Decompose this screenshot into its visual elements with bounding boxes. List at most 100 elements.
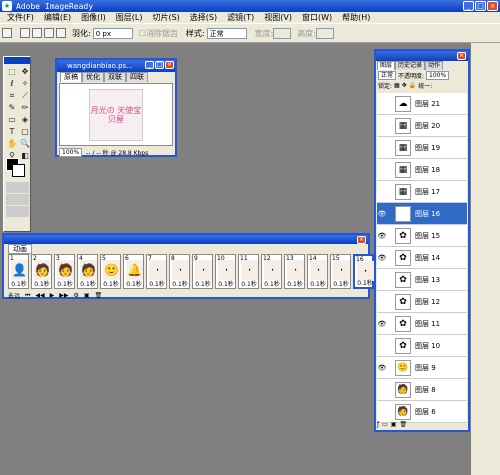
frame-delay[interactable]: 0.1秒 [79, 279, 97, 288]
loop-select[interactable]: 永远 [8, 291, 20, 300]
tab-4up[interactable]: 四联 [126, 72, 148, 82]
fullscreen-mode-icon[interactable] [17, 194, 29, 205]
menu-image[interactable]: 图像(I) [76, 12, 111, 23]
text-tool-icon[interactable]: T [6, 126, 18, 137]
frame-delay[interactable]: 0.1秒 [356, 278, 374, 287]
menu-view[interactable]: 视图(V) [259, 12, 297, 23]
animation-frame[interactable]: 2 🧑 0.1秒 [31, 254, 52, 289]
style-select[interactable]: 正常 [206, 27, 247, 39]
animation-frame[interactable]: 1 👤 0.1秒 [8, 254, 29, 289]
menu-layer[interactable]: 图层(L) [111, 12, 148, 23]
eraser-tool-icon[interactable]: ▭ [6, 114, 18, 125]
zoom-select[interactable]: 100% [59, 148, 83, 157]
frame-delay[interactable]: 0.1秒 [332, 279, 350, 288]
move-tool-icon[interactable]: ✥ [19, 66, 31, 77]
subtract-selection-icon[interactable] [44, 28, 54, 38]
menu-window[interactable]: 窗口(W) [297, 12, 337, 23]
document-canvas[interactable]: 月光の 天使宝贝屋 [59, 83, 173, 146]
layer-row[interactable]: ✿ 图层 13 [377, 269, 467, 291]
play-icon[interactable]: ▶ [50, 292, 55, 299]
menu-help[interactable]: 帮助(H) [337, 12, 375, 23]
tab-2up[interactable]: 双联 [104, 72, 126, 82]
layer-row[interactable]: 👁 ✿ 图层 11 [377, 313, 467, 335]
layer-row[interactable]: ▦ 图层 18 [377, 159, 467, 181]
hand-tool-icon[interactable]: ✋ [6, 138, 18, 149]
frame-delay[interactable]: 0.1秒 [148, 279, 166, 288]
menu-slice[interactable]: 切片(S) [147, 12, 184, 23]
layer-row[interactable]: 👁 🙂 图层 9 [377, 357, 467, 379]
tab-animation[interactable]: 动画 [8, 244, 32, 254]
zoom-tool-icon[interactable]: 🔍 [19, 138, 31, 149]
layer-row[interactable]: ▦ 图层 17 [377, 181, 467, 203]
animation-frame[interactable]: 10 · 0.1秒 [215, 254, 236, 289]
visibility-eye-icon[interactable]: 👁 [377, 320, 387, 328]
prev-frame-icon[interactable]: ◀◀ [35, 292, 44, 299]
tab-original[interactable]: 原稿 [60, 72, 82, 82]
intersect-selection-icon[interactable] [56, 28, 66, 38]
frame-delay[interactable]: 0.1秒 [240, 279, 258, 288]
slice-tool-icon[interactable]: ⟋ [19, 90, 31, 101]
measure-tool-icon[interactable]: ◧ [19, 150, 31, 161]
marquee-tool-icon[interactable]: ⬚ [6, 66, 18, 77]
animation-frame[interactable]: 8 · 0.1秒 [169, 254, 190, 289]
delete-layer-icon[interactable]: 🗑 [399, 421, 407, 429]
lock-transparency-icon[interactable]: ▦ [394, 82, 400, 89]
menu-filter[interactable]: 滤镜(T) [222, 12, 259, 23]
frame-delay[interactable]: 0.1秒 [217, 279, 235, 288]
tab-actions[interactable]: 动作 [425, 61, 444, 70]
frame-delay[interactable]: 0.1秒 [56, 279, 74, 288]
animation-frame[interactable]: 15 · 0.1秒 [330, 254, 351, 289]
crop-tool-icon[interactable]: ⌗ [6, 90, 18, 101]
new-frame-icon[interactable]: ▣ [84, 292, 90, 299]
next-frame-icon[interactable]: ▶▶ [59, 292, 68, 299]
animation-frame[interactable]: 14 · 0.1秒 [307, 254, 328, 289]
doc-maximize-button[interactable]: □ [155, 61, 164, 69]
menu-select[interactable]: 选择(S) [185, 12, 222, 23]
background-color-swatch[interactable] [12, 164, 25, 177]
frame-delay[interactable]: 0.1秒 [171, 279, 189, 288]
animation-frame[interactable]: 4 🧑 0.1秒 [77, 254, 98, 289]
document-titlebar[interactable]: wangdianbiao.ps... _ □ × [57, 60, 175, 72]
frame-delay[interactable]: 0.1秒 [125, 279, 143, 288]
lasso-tool-icon[interactable]: ℓ [6, 78, 18, 89]
layer-row[interactable]: ▦ 图层 19 [377, 137, 467, 159]
tab-layers[interactable]: 图层 [377, 61, 396, 70]
layer-row[interactable]: ✿ 图层 12 [377, 291, 467, 313]
layer-style-icon[interactable]: ƒ [377, 421, 379, 429]
opacity-input[interactable]: 100% [426, 71, 450, 80]
visibility-eye-icon[interactable]: 👁 [377, 210, 387, 218]
delete-frame-icon[interactable]: 🗑 [95, 292, 103, 299]
pencil-tool-icon[interactable]: ✏ [19, 102, 31, 113]
lock-all-icon[interactable]: 🔒 [409, 82, 416, 89]
layer-row[interactable]: 👁 ✿ 图层 14 [377, 247, 467, 269]
tab-optimized[interactable]: 优化 [82, 72, 104, 82]
animation-frame[interactable]: 13 · 0.1秒 [284, 254, 305, 289]
menu-edit[interactable]: 编辑(E) [39, 12, 76, 23]
frame-delay[interactable]: 0.1秒 [309, 279, 327, 288]
frame-delay[interactable]: 0.1秒 [263, 279, 281, 288]
lock-position-icon[interactable]: ✥ [402, 82, 407, 89]
layer-row[interactable]: 🧑 图层 6 [377, 401, 467, 423]
maximize-button[interactable]: □ [475, 1, 486, 11]
toolbox-header[interactable] [4, 57, 30, 64]
tween-icon[interactable]: ⚙ [74, 292, 79, 299]
animation-frame[interactable]: 16 · 0.1秒 [353, 254, 374, 289]
animation-frame[interactable]: 5 🙂 0.1秒 [100, 254, 121, 289]
frame-delay[interactable]: 0.1秒 [10, 279, 28, 288]
animation-frame[interactable]: 12 · 0.1秒 [261, 254, 282, 289]
animation-frame[interactable]: 3 🧑 0.1秒 [54, 254, 75, 289]
layer-row[interactable]: ☁ 图层 21 [377, 93, 467, 115]
new-set-icon[interactable]: ▭ [382, 421, 388, 429]
layers-titlebar[interactable]: × [376, 51, 468, 61]
bucket-tool-icon[interactable]: ◈ [19, 114, 31, 125]
animation-frame[interactable]: 7 · 0.1秒 [146, 254, 167, 289]
animation-frame[interactable]: 6 🔔 0.1秒 [123, 254, 144, 289]
animation-frame[interactable]: 9 · 0.1秒 [192, 254, 213, 289]
frame-delay[interactable]: 0.1秒 [194, 279, 212, 288]
doc-minimize-button[interactable]: _ [145, 61, 154, 69]
layer-row[interactable]: ✿ 图层 10 [377, 335, 467, 357]
layer-row[interactable]: 👁 ✿ 图层 15 [377, 225, 467, 247]
tab-history[interactable]: 历史记录 [395, 61, 426, 70]
brush-tool-icon[interactable]: ✎ [6, 102, 18, 113]
animation-titlebar[interactable]: × [4, 235, 368, 244]
